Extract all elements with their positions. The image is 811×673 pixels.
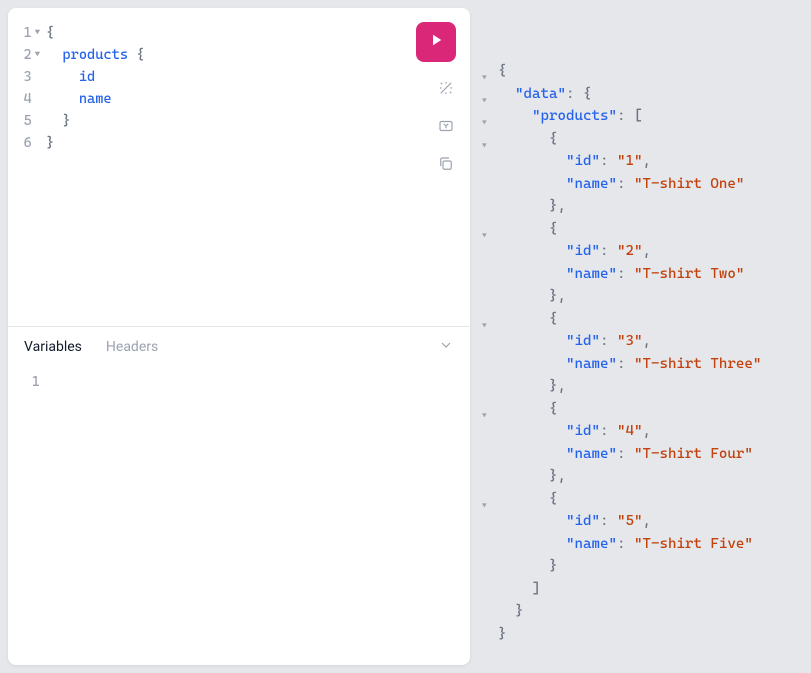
code-line[interactable]: }: [46, 110, 470, 132]
tab-headers[interactable]: Headers: [106, 339, 158, 355]
vars-gutter: 1: [8, 367, 46, 665]
response-line: ▼ "data": {: [482, 83, 799, 106]
line-number: 1: [32, 371, 40, 393]
code-line[interactable]: }: [46, 132, 470, 154]
left-pane: 1▼2▼3 4 5 6 { products { id name }}: [8, 8, 470, 665]
query-editor[interactable]: 1▼2▼3 4 5 6 { products { id name }}: [8, 8, 470, 326]
fold-triangle-icon[interactable]: ▼: [35, 44, 40, 66]
prettify-button[interactable]: [436, 80, 456, 100]
response-line: ▼ {: [482, 308, 799, 331]
response-line: ▼ {: [482, 218, 799, 241]
response-line: "id": "2",: [482, 240, 799, 263]
response-line: "id": "4",: [482, 420, 799, 443]
line-number: 6: [8, 132, 40, 154]
line-number: 5: [8, 110, 40, 132]
response-line: "name": "T-shirt Four": [482, 443, 799, 466]
response-line: },: [482, 375, 799, 398]
response-line: }: [482, 623, 799, 646]
magic-wand-icon: [437, 79, 455, 101]
copy-icon: [437, 155, 455, 177]
query-body[interactable]: { products { id name }}: [46, 18, 470, 316]
response-line: "name": "T-shirt Five": [482, 533, 799, 556]
variables-editor[interactable]: 1: [8, 367, 470, 665]
tab-variables[interactable]: Variables: [24, 339, 82, 355]
line-number: 4: [8, 88, 40, 110]
response-line: },: [482, 465, 799, 488]
response-line: }: [482, 600, 799, 623]
line-number: 3: [8, 66, 40, 88]
code-line[interactable]: products {: [46, 44, 470, 66]
response-line: }: [482, 555, 799, 578]
editor-toolbar: [416, 22, 456, 176]
response-line: "name": "T-shirt Two": [482, 263, 799, 286]
response-line: },: [482, 195, 799, 218]
play-icon: [427, 31, 445, 53]
response-line: "name": "T-shirt One": [482, 173, 799, 196]
query-gutter: 1▼2▼3 4 5 6: [8, 18, 46, 316]
collapse-toggle[interactable]: [438, 337, 454, 357]
response-line: ▼ {: [482, 128, 799, 151]
copy-button[interactable]: [436, 156, 456, 176]
response-line: "id": "3",: [482, 330, 799, 353]
chevron-down-icon: [438, 341, 454, 357]
response-line: ]: [482, 578, 799, 601]
merge-button[interactable]: [436, 118, 456, 138]
code-line[interactable]: name: [46, 88, 470, 110]
code-line[interactable]: id: [46, 66, 470, 88]
response-line: ▼ "products": [: [482, 105, 799, 128]
tabs-row: Variables Headers: [8, 327, 470, 367]
merge-icon: [437, 117, 455, 139]
response-line: "id": "1",: [482, 150, 799, 173]
code-line[interactable]: {: [46, 22, 470, 44]
response-line: },: [482, 285, 799, 308]
response-line: ▼ {: [482, 488, 799, 511]
response-line: ▼{: [482, 60, 799, 83]
response-line: ▼ {: [482, 398, 799, 421]
run-button[interactable]: [416, 22, 456, 62]
response-line: "id": "5",: [482, 510, 799, 533]
response-pane: ▼{▼ "data": {▼ "products": [▼ { "id": "1…: [474, 0, 811, 673]
response-line: "name": "T-shirt Three": [482, 353, 799, 376]
line-number: 2▼: [8, 44, 40, 66]
fold-triangle-icon[interactable]: ▼: [35, 22, 40, 44]
line-number: 1▼: [8, 22, 40, 44]
response-body[interactable]: ▼{▼ "data": {▼ "products": [▼ { "id": "1…: [482, 60, 799, 645]
